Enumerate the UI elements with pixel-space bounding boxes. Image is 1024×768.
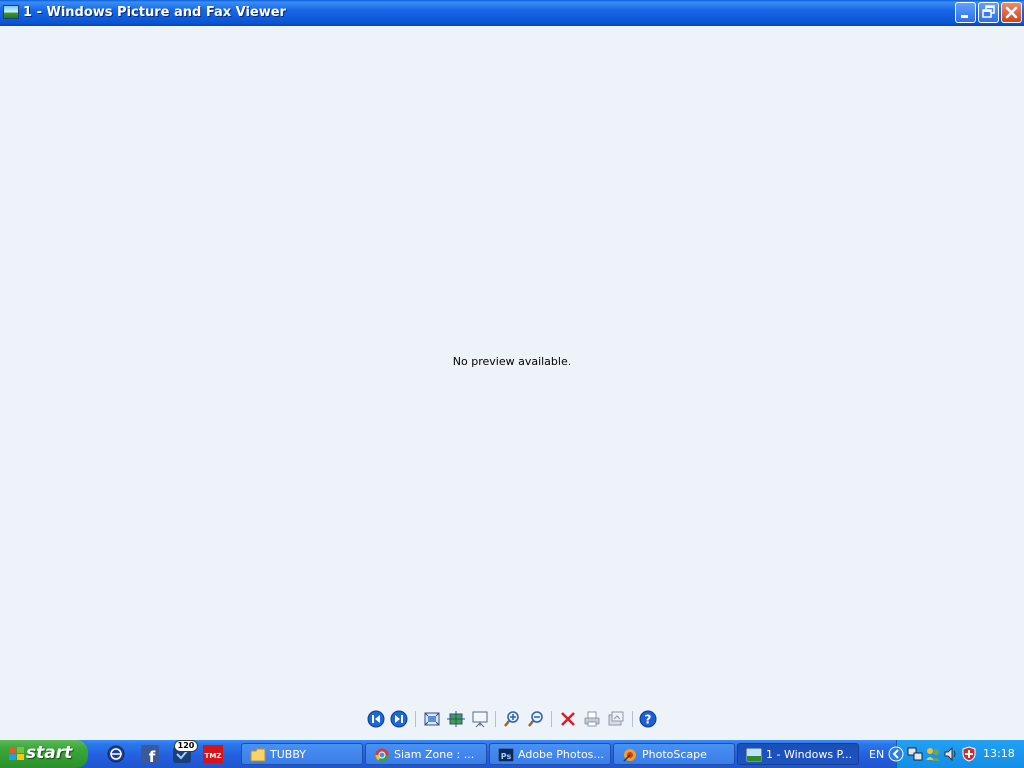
- toolbar-separator: [415, 711, 416, 727]
- photoshop-icon: Ps: [498, 748, 514, 762]
- start-button[interactable]: start: [0, 740, 88, 768]
- photoscape-icon: [623, 749, 636, 762]
- task-button-siam-zone[interactable]: Siam Zone : ...: [365, 743, 487, 765]
- browser-icon: [107, 745, 125, 763]
- restore-button[interactable]: [978, 2, 999, 23]
- svg-text:?: ?: [645, 713, 652, 727]
- svg-text:f: f: [149, 748, 156, 764]
- toolbar-separator: [632, 711, 633, 727]
- next-image-button[interactable]: [389, 709, 409, 729]
- minimize-icon: [961, 15, 968, 18]
- svg-text:TMZ: TMZ: [205, 752, 222, 760]
- picture-viewer-icon: [3, 5, 19, 19]
- previous-image-icon: [367, 710, 385, 728]
- notification-badge: 120: [174, 740, 198, 752]
- tray-expand-icon[interactable]: [888, 746, 904, 762]
- best-fit-icon: [424, 712, 440, 726]
- task-label: Siam Zone : ...: [394, 748, 475, 761]
- task-button-adobe-photoshop[interactable]: Ps Adobe Photos...: [489, 743, 611, 765]
- facebook-quicklaunch[interactable]: f: [140, 744, 160, 766]
- facebook-icon: f: [141, 745, 159, 766]
- network-icon[interactable]: [907, 746, 923, 762]
- task-button-tubby[interactable]: TUBBY: [241, 743, 363, 765]
- language-indicator[interactable]: EN: [869, 748, 884, 761]
- viewer-toolbar: ?: [364, 709, 664, 729]
- antivirus-shield-icon[interactable]: [961, 746, 977, 762]
- volume-icon[interactable]: [943, 746, 959, 762]
- task-label: 1 - Windows P...: [766, 748, 852, 761]
- zoom-out-button[interactable]: [526, 709, 546, 729]
- best-fit-button[interactable]: [422, 709, 442, 729]
- window-title-bar[interactable]: 1 - Windows Picture and Fax Viewer: [0, 0, 1024, 26]
- taskbar: start f TMZ TUBBY Siam Zone: ... Ps Ado…: [0, 740, 1024, 768]
- system-tray: 13:18: [888, 740, 1024, 768]
- task-label: PhotoScape: [642, 748, 707, 761]
- delete-icon: [561, 712, 575, 726]
- toolbar-separator: [495, 711, 496, 727]
- image-viewer-area: No preview available. ?: [0, 26, 1024, 740]
- tmz-icon: TMZ: [203, 745, 223, 763]
- clock[interactable]: 13:18: [983, 747, 1015, 760]
- help-icon: ?: [639, 710, 657, 728]
- browser-quicklaunch[interactable]: [106, 744, 126, 764]
- zoom-in-icon: [504, 711, 519, 727]
- svg-text:Ps: Ps: [501, 752, 512, 761]
- slideshow-icon: [472, 711, 488, 728]
- slideshow-button[interactable]: [470, 709, 490, 729]
- toolbar-separator: [551, 711, 552, 727]
- picture-viewer-icon: [746, 748, 762, 762]
- start-label: start: [26, 743, 73, 763]
- print-button[interactable]: [582, 709, 602, 729]
- copy-to-button[interactable]: [606, 709, 626, 729]
- next-image-icon: [390, 710, 408, 728]
- help-button[interactable]: ?: [638, 709, 658, 729]
- tmz-quicklaunch[interactable]: TMZ: [203, 744, 223, 764]
- actual-size-button[interactable]: [446, 709, 466, 729]
- no-preview-message: No preview available.: [452, 355, 572, 368]
- task-button-picture-viewer[interactable]: 1 - Windows P...: [737, 743, 859, 765]
- task-label: Adobe Photos...: [518, 748, 604, 761]
- previous-image-button[interactable]: [366, 709, 386, 729]
- zoom-out-icon: [528, 711, 543, 727]
- chrome-icon: [375, 748, 389, 762]
- window-title: 1 - Windows Picture and Fax Viewer: [23, 5, 286, 20]
- restore-icon: [982, 5, 995, 18]
- zoom-in-button[interactable]: [502, 709, 522, 729]
- copy-to-icon: [608, 711, 624, 726]
- folder-icon: [250, 748, 266, 762]
- task-button-photoscape[interactable]: PhotoScape: [613, 743, 735, 765]
- print-icon: [584, 711, 600, 727]
- delete-button[interactable]: [558, 709, 578, 729]
- users-icon[interactable]: [925, 746, 941, 762]
- close-button[interactable]: [1001, 2, 1022, 23]
- windows-logo-icon: [9, 747, 24, 760]
- actual-size-icon: [447, 711, 465, 727]
- task-label: TUBBY: [270, 748, 306, 761]
- minimize-button[interactable]: [955, 2, 976, 23]
- close-icon: [1005, 6, 1018, 19]
